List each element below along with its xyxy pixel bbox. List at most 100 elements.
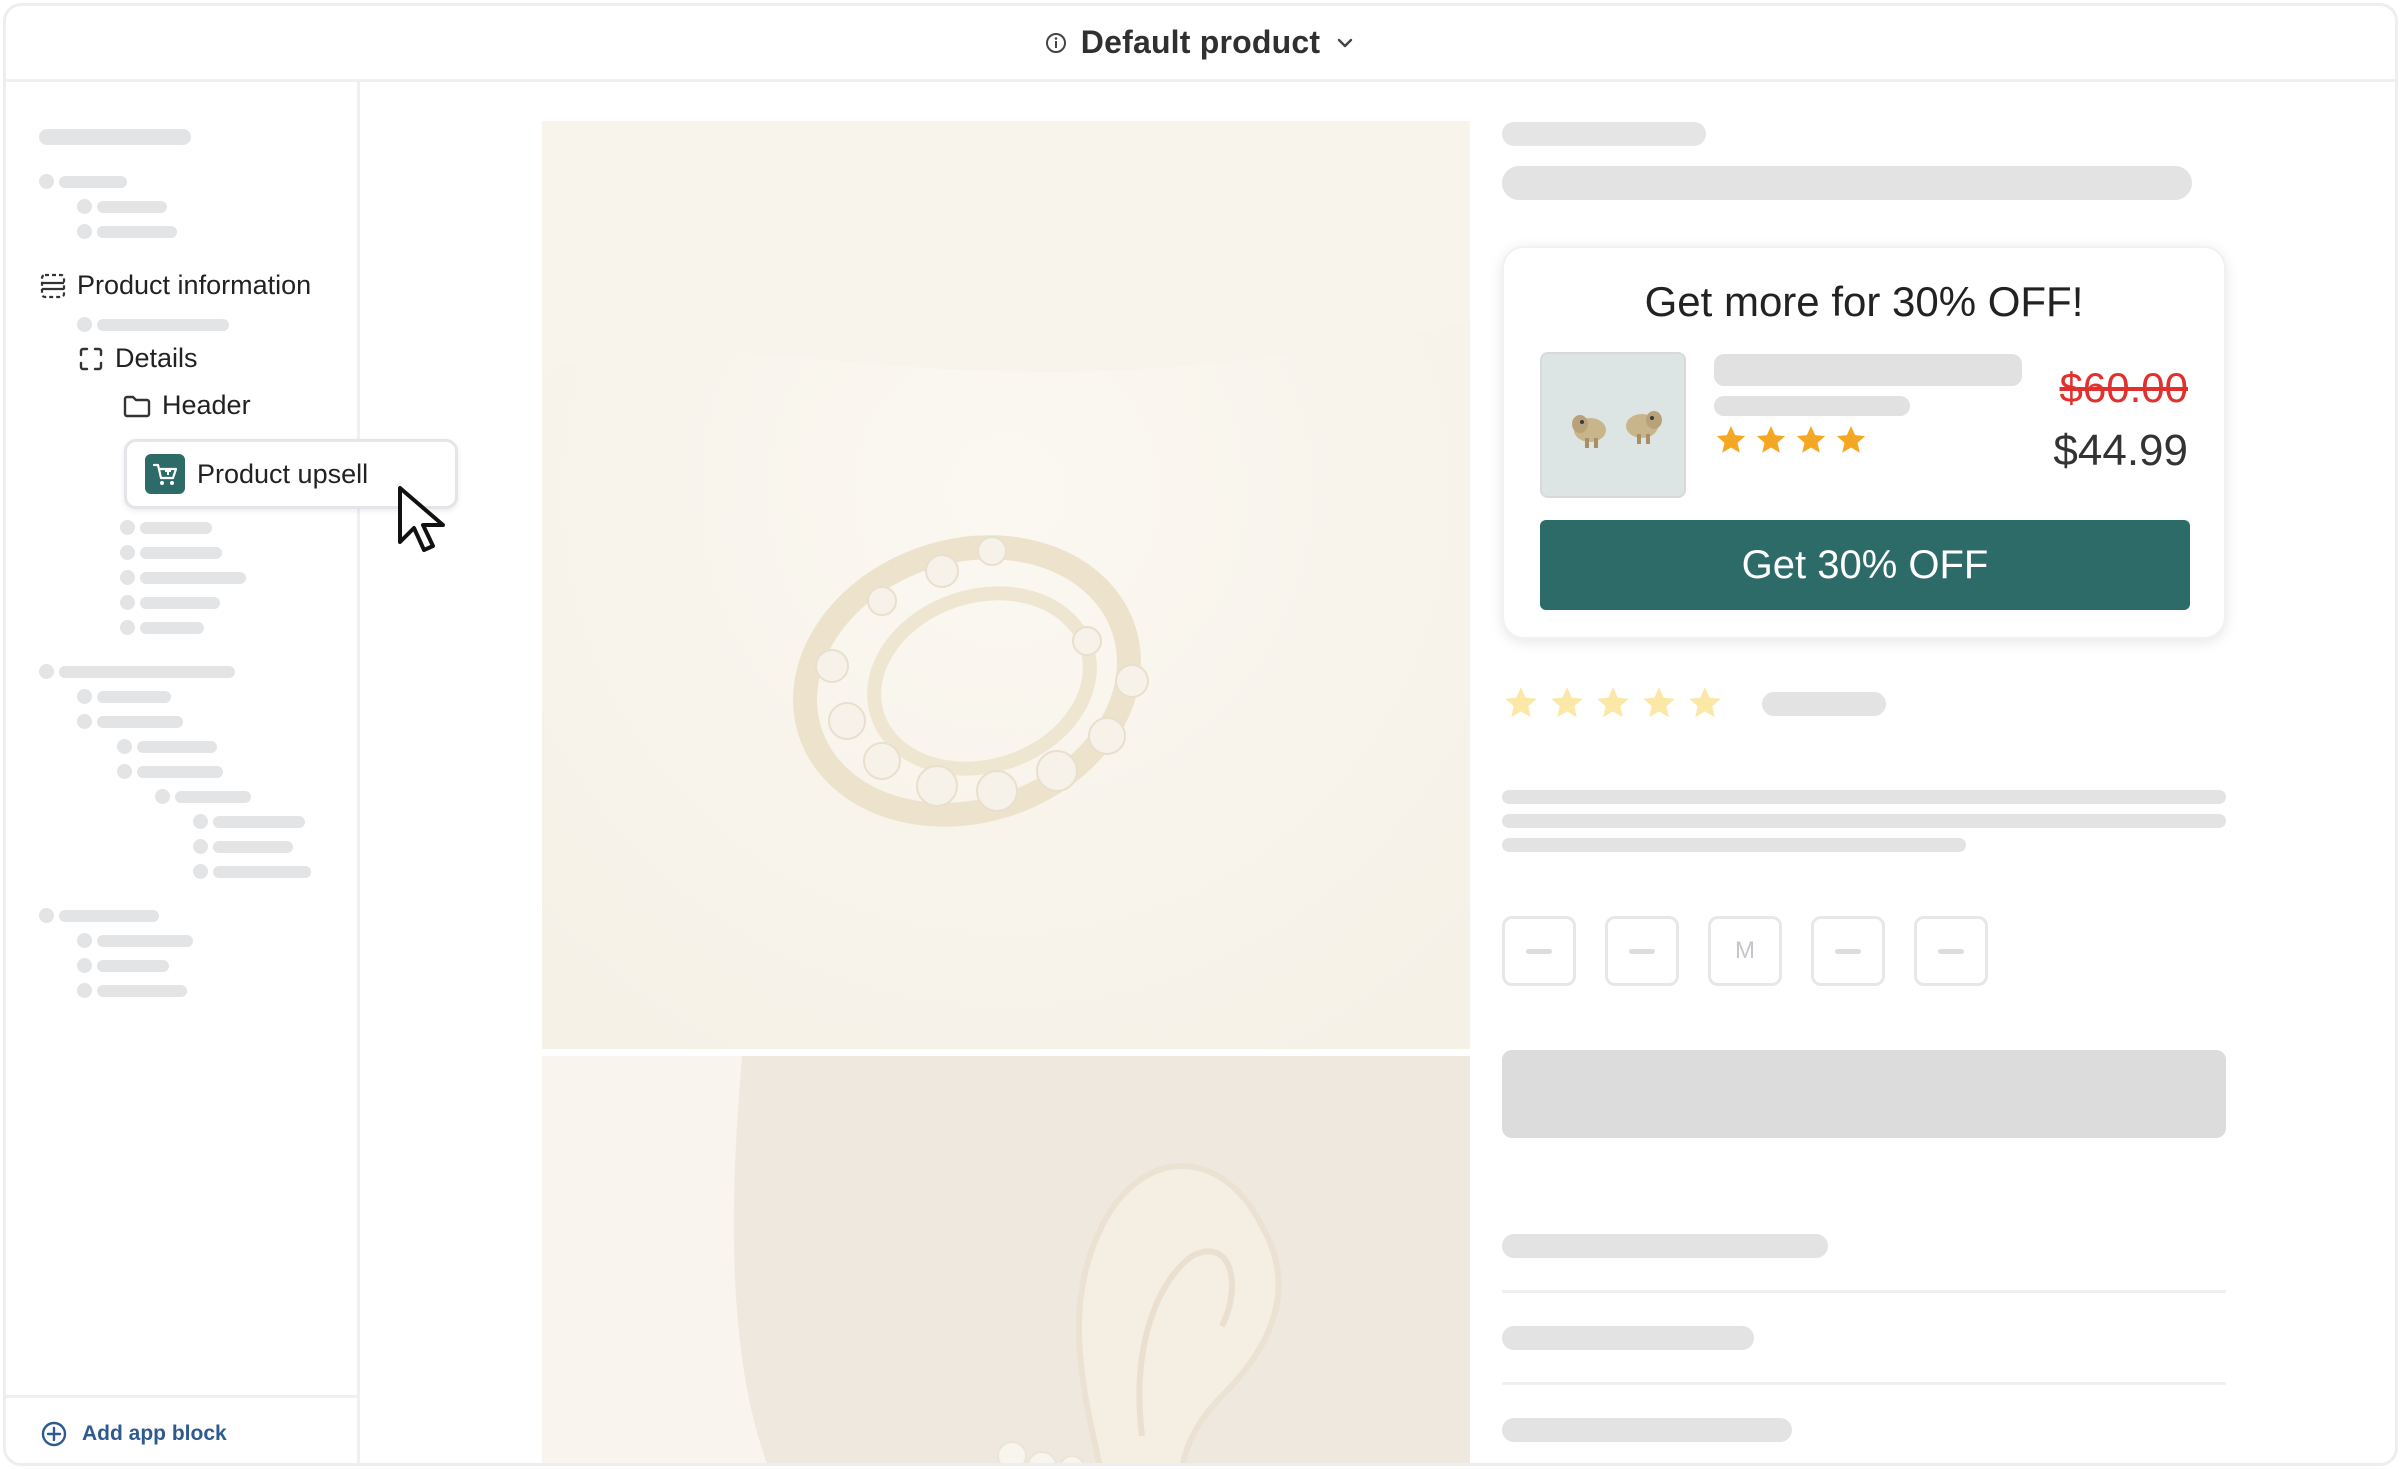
star-icon xyxy=(1597,687,1629,718)
skeleton-line xyxy=(140,547,222,559)
skeleton-line xyxy=(213,841,293,853)
page-title: Default product xyxy=(1080,24,1321,60)
variant-placeholder xyxy=(1629,948,1655,954)
skeleton-line xyxy=(1502,1234,1828,1258)
star-icon xyxy=(1689,687,1721,718)
skeleton-line xyxy=(1714,396,1910,416)
skeleton-dot xyxy=(77,933,92,948)
skeleton-line xyxy=(97,935,193,947)
mouse-cursor-icon xyxy=(398,486,445,552)
original-price: $60.00 xyxy=(2059,364,2188,411)
skeleton-line xyxy=(140,622,204,634)
skeleton-line xyxy=(140,522,212,534)
skeleton-line xyxy=(1714,354,2022,386)
sidebar-item-label: Header xyxy=(162,390,251,420)
skeleton-dot xyxy=(39,908,54,923)
skeleton-dot xyxy=(117,739,132,754)
skeleton-line xyxy=(1502,814,2226,828)
star-icon xyxy=(1716,425,1746,453)
skeleton-dot xyxy=(120,595,135,610)
variant-label: M xyxy=(1735,937,1755,964)
skeleton-line xyxy=(1502,1418,1792,1442)
app-window: Default product Product information Deta… xyxy=(3,3,2398,1466)
info-icon xyxy=(1045,32,1066,53)
sidebar-item-label: Product information xyxy=(77,270,312,300)
upsell-block-label: Product upsell xyxy=(197,458,369,489)
variant-option[interactable] xyxy=(1914,916,1988,986)
skeleton-dot xyxy=(117,764,132,779)
skeleton-line xyxy=(140,572,246,584)
skeleton-dot xyxy=(155,789,170,804)
skeleton-dot xyxy=(77,199,92,214)
skeleton-dot xyxy=(77,958,92,973)
skeleton-line xyxy=(59,176,127,188)
skeleton-dot xyxy=(193,814,208,829)
earring-illustration xyxy=(542,121,1470,1049)
sidebar-item-product-information[interactable]: Product information xyxy=(39,270,311,301)
skeleton-line xyxy=(1502,790,2226,804)
skeleton-line xyxy=(213,866,311,878)
product-rating-stars xyxy=(1502,684,1724,722)
skeleton-dot xyxy=(120,570,135,585)
divider xyxy=(1502,1290,2226,1293)
sidebar-item-header[interactable]: Header xyxy=(122,390,251,421)
sale-price: $44.99 xyxy=(2053,426,2188,475)
variant-placeholder xyxy=(1938,948,1964,954)
skeleton-line xyxy=(97,691,171,703)
variant-option[interactable] xyxy=(1811,916,1885,986)
skeleton-dot xyxy=(77,983,92,998)
earring-thumbnail-image xyxy=(1542,354,1684,496)
sidebar-item-details[interactable]: Details xyxy=(77,343,198,374)
skeleton-line xyxy=(1502,166,2192,200)
skeleton-dot xyxy=(193,864,208,879)
ear-illustration xyxy=(542,1056,1470,1463)
cart-icon xyxy=(152,463,178,485)
upsell-app-icon xyxy=(145,454,185,494)
skeleton-dot xyxy=(120,620,135,635)
skeleton-dot xyxy=(120,520,135,535)
folder-icon xyxy=(123,395,151,417)
skeleton-line xyxy=(1502,1326,1754,1350)
skeleton-line xyxy=(97,960,169,972)
skeleton-line xyxy=(140,597,220,609)
chevron-down-icon[interactable] xyxy=(1334,32,1356,54)
skeleton-line xyxy=(137,741,217,753)
add-app-block-label: Add app block xyxy=(82,1421,227,1445)
variant-option-m[interactable]: M xyxy=(1708,916,1782,986)
skeleton-line xyxy=(97,201,167,213)
skeleton-line xyxy=(175,791,251,803)
sidebar-item-label: Details xyxy=(115,343,198,373)
frame-icon xyxy=(79,347,103,370)
star-icon xyxy=(1836,425,1866,453)
plus-circle-icon xyxy=(41,1421,67,1446)
skeleton-dot xyxy=(77,317,92,332)
add-app-block-button[interactable]: Add app block xyxy=(6,1395,357,1463)
divider xyxy=(1502,1382,2226,1385)
upsell-product-thumbnail[interactable] xyxy=(1540,352,1686,498)
skeleton-line xyxy=(213,816,305,828)
skeleton-line xyxy=(97,319,229,331)
sidebar: Product information Details Header Produ… xyxy=(6,82,458,1463)
upsell-headline: Get more for 30% OFF! xyxy=(1644,278,2084,325)
template-selector[interactable]: Default product xyxy=(6,6,2395,82)
star-icon xyxy=(1551,687,1583,718)
product-image-main xyxy=(542,121,1470,1049)
variant-option[interactable] xyxy=(1605,916,1679,986)
skeleton-dot xyxy=(120,545,135,560)
skeleton-line xyxy=(97,985,187,997)
upsell-rating xyxy=(1714,423,1868,457)
skeleton-line xyxy=(59,666,235,678)
skeleton-line xyxy=(1762,692,1886,716)
skeleton-line xyxy=(1502,122,1706,146)
get-discount-button[interactable]: Get 30% OFF xyxy=(1540,520,2190,610)
skeleton-dot xyxy=(77,224,92,239)
skeleton-line xyxy=(137,766,223,778)
star-icon xyxy=(1796,425,1826,453)
skeleton-line xyxy=(1502,838,1966,852)
skeleton-dot xyxy=(39,174,54,189)
skeleton-dot xyxy=(77,689,92,704)
variant-placeholder xyxy=(1835,948,1861,954)
add-to-cart-placeholder[interactable] xyxy=(1502,1050,2226,1138)
variant-option[interactable] xyxy=(1502,916,1576,986)
star-icon xyxy=(1505,687,1537,718)
